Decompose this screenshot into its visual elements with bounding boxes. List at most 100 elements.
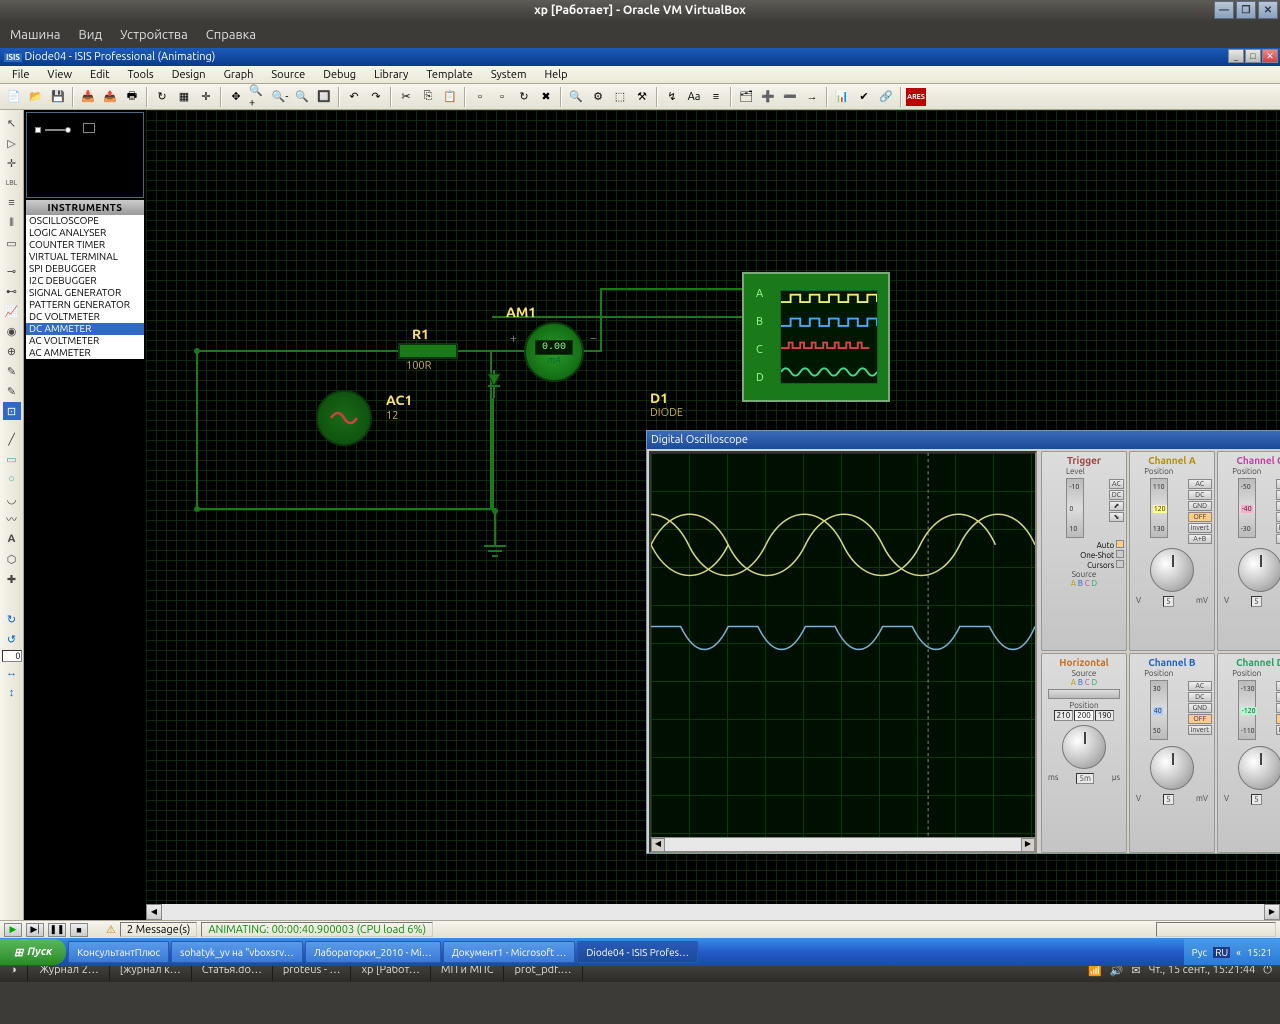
host-minimize-button[interactable]: —	[1214, 1, 1234, 19]
trigger-dc[interactable]: DC	[1109, 490, 1124, 500]
menu-debug[interactable]: Debug	[315, 69, 364, 81]
lt-path[interactable]: 〰	[3, 510, 21, 528]
tb-new-sheet[interactable]: ➕	[758, 87, 778, 107]
menu-system[interactable]: System	[483, 69, 535, 81]
lt-graph[interactable]: 📈	[3, 302, 21, 320]
tb-zoom-in[interactable]: 🔍+	[248, 87, 268, 107]
tb-block-rotate[interactable]: ↻	[514, 87, 534, 107]
overview-window[interactable]	[26, 112, 144, 198]
cha-gnd[interactable]: GND	[1188, 501, 1212, 511]
tb-block-delete[interactable]: ✖	[536, 87, 556, 107]
tb-remove-sheet[interactable]: ➖	[780, 87, 800, 107]
app-maximize-button[interactable]: □	[1245, 49, 1261, 63]
tb-ares[interactable]: ARES	[906, 88, 926, 106]
instrument-item[interactable]: DC AMMETER	[26, 323, 144, 335]
chc-off[interactable]: OFF	[1276, 512, 1280, 522]
anim-step-button[interactable]: ▶|	[26, 923, 44, 937]
instrument-item[interactable]: COUNTER TIMER	[26, 239, 144, 251]
instrument-item[interactable]: DC VOLTMETER	[26, 311, 144, 323]
app-close-button[interactable]: ✕	[1262, 49, 1278, 63]
taskbar-item[interactable]: КонсультантПлюс	[68, 941, 169, 963]
menu-tools[interactable]: Tools	[120, 69, 162, 81]
lt-component[interactable]: ▷	[3, 134, 21, 152]
host-menu-view[interactable]: Вид	[79, 28, 103, 42]
trigger-edge-fall[interactable]: ⬊	[1109, 512, 1124, 522]
lt-label[interactable]: LBL	[3, 174, 21, 192]
lt-generator[interactable]: ⊕	[3, 342, 21, 360]
lt-device-pin[interactable]: ⊷	[3, 282, 21, 300]
menu-file[interactable]: File	[4, 69, 37, 81]
tb-import[interactable]: 📥	[78, 87, 98, 107]
tb-property[interactable]: ≡	[706, 87, 726, 107]
start-button[interactable]: ⊞ Пуск	[0, 939, 66, 965]
tb-pick[interactable]: 🔍	[566, 87, 586, 107]
tb-wire-autoroute[interactable]: ↯	[662, 87, 682, 107]
instrument-item[interactable]: LOGIC ANALYSER	[26, 227, 144, 239]
lt-tape[interactable]: ◉	[3, 322, 21, 340]
tb-origin[interactable]: ✛	[196, 87, 216, 107]
instrument-item[interactable]: AC VOLTMETER	[26, 335, 144, 347]
chb-invert[interactable]: Invert	[1188, 725, 1212, 735]
lt-circle[interactable]: ○	[3, 470, 21, 488]
lt-rotate-cw[interactable]: ↻	[3, 610, 21, 628]
component-ac-source[interactable]	[316, 390, 372, 446]
lt-text[interactable]: A	[3, 530, 21, 548]
chb-gnd[interactable]: GND	[1188, 703, 1212, 713]
tb-grid[interactable]: ▦	[174, 87, 194, 107]
lt-marker[interactable]: ✚	[3, 570, 21, 588]
tb-netlist[interactable]: 🔗	[876, 87, 896, 107]
lt-instrument[interactable]: ⊡	[3, 402, 21, 420]
chb-dc[interactable]: DC	[1188, 692, 1212, 702]
scroll-left[interactable]: ◀	[651, 838, 665, 852]
tb-print[interactable]: 🖶	[122, 87, 142, 107]
schematic-canvas[interactable]: AC1 12 R1 100R 0.00 mA + − AM1 D1 DIODE …	[146, 110, 1280, 920]
chd-off[interactable]: OFF	[1276, 714, 1280, 724]
instrument-item[interactable]: AC AMMETER	[26, 347, 144, 359]
tb-zoom-all[interactable]: 🔍	[292, 87, 312, 107]
canvas-scroll-left[interactable]: ◀	[146, 904, 162, 920]
horiz-source-slider[interactable]	[1048, 689, 1120, 699]
canvas-hscrollbar[interactable]: ◀ ▶	[146, 904, 1280, 920]
lt-probe-i[interactable]: ✎	[3, 382, 21, 400]
taskbar-item[interactable]: Лабораторки_2010 - Mi…	[305, 941, 441, 963]
tb-zoom-out[interactable]: 🔍-	[270, 87, 290, 107]
taskbar-item[interactable]: sohatyk_yv на "vboxsrv…	[171, 941, 303, 963]
chd-ac[interactable]: AC	[1276, 681, 1280, 691]
cha-invert[interactable]: Invert	[1188, 523, 1212, 533]
tray-lang[interactable]: Рус	[1192, 947, 1208, 958]
instrument-item[interactable]: OSCILLOSCOPE	[26, 215, 144, 227]
anim-stop-button[interactable]: ■	[70, 923, 88, 937]
tb-export[interactable]: 📤	[100, 87, 120, 107]
trigger-auto[interactable]: Auto	[1097, 541, 1115, 550]
guest-tray[interactable]: Рус RU « 15:21	[1184, 939, 1280, 965]
trigger-edge-rise[interactable]: ⬈	[1109, 501, 1124, 511]
menu-design[interactable]: Design	[164, 69, 214, 81]
scroll-right[interactable]: ▶	[1021, 838, 1035, 852]
menu-view[interactable]: View	[39, 69, 80, 81]
component-resistor[interactable]	[398, 343, 458, 359]
osc-hscrollbar[interactable]: ◀ ▶	[651, 837, 1035, 851]
chd-pos-slider[interactable]: -130 -120 -110	[1238, 680, 1256, 740]
anim-pause-button[interactable]: ❚❚	[48, 923, 66, 937]
chb-knob[interactable]	[1150, 746, 1194, 790]
cha-pos-slider[interactable]: 110 120 130	[1150, 478, 1168, 538]
chc-ac[interactable]: AC	[1276, 479, 1280, 489]
chc-pos-slider[interactable]: -50 -40 -30	[1238, 478, 1256, 538]
tb-search[interactable]: Aa	[684, 87, 704, 107]
trigger-cursors[interactable]: Cursors	[1087, 561, 1114, 570]
tb-copy[interactable]: ⎘	[418, 87, 438, 107]
lt-selection[interactable]: ↖	[3, 114, 21, 132]
trigger-ac[interactable]: AC	[1109, 479, 1124, 489]
canvas-scroll-right[interactable]: ▶	[1264, 904, 1280, 920]
host-maximize-button[interactable]: ❐	[1236, 1, 1256, 19]
tb-decompose[interactable]: ⚒	[632, 87, 652, 107]
trigger-level-slider[interactable]: -10 0 10	[1066, 478, 1084, 538]
host-menu-devices[interactable]: Устройства	[120, 28, 188, 42]
anim-play-button[interactable]: ▶	[4, 923, 22, 937]
lt-bus[interactable]: ⫴	[3, 214, 21, 232]
taskbar-item[interactable]: Diode04 - ISIS Profes…	[577, 941, 698, 963]
menu-template[interactable]: Template	[418, 69, 481, 81]
cha-off[interactable]: OFF	[1188, 512, 1212, 522]
chc-knob[interactable]	[1238, 548, 1280, 592]
chb-ac[interactable]: AC	[1188, 681, 1212, 691]
